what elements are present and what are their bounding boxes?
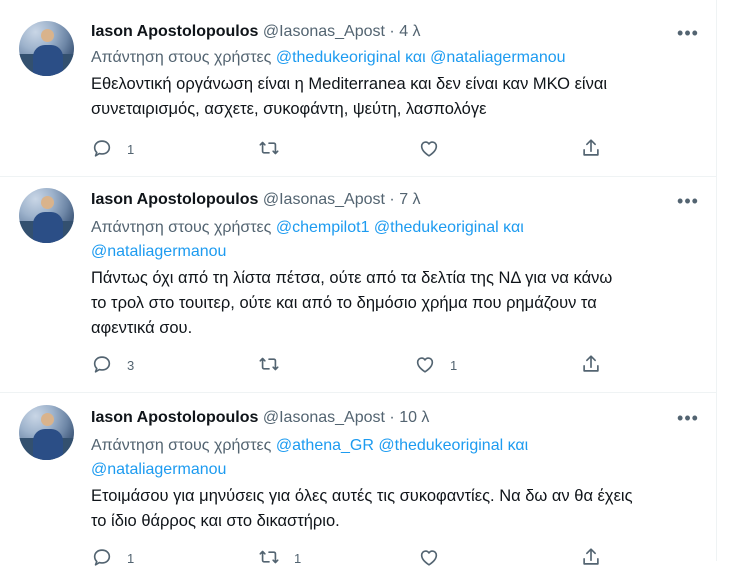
retweet-icon (259, 550, 279, 564)
tweet-text-line: Ετοιμάσου για μηνύσεις για όλες αυτές τι… (91, 487, 633, 505)
tweet-text-line: το ίδιο θάρρος και στο δικαστήριο. (91, 512, 340, 530)
author-name[interactable]: Iason Apostolopoulos (91, 191, 258, 208)
reply-icon (93, 549, 111, 566)
retweet-icon (259, 357, 279, 371)
tweet-header: Iason Apostolopoulos @Iasonas_Apost · 10… (91, 407, 429, 429)
like-button[interactable] (418, 546, 478, 570)
more-icon[interactable]: ••• (676, 409, 700, 431)
reply-button[interactable]: 1 (91, 546, 151, 570)
reply-button[interactable]: 1 (91, 137, 151, 161)
tweet-text-line: το τρολ στο τουιτερ, ούτε και από το δημ… (91, 294, 597, 312)
more-icon[interactable]: ••• (676, 192, 700, 214)
mention-link[interactable]: @athena_GR (276, 437, 374, 454)
share-icon (583, 139, 599, 156)
reply-count: 1 (127, 142, 135, 157)
timestamp[interactable]: 10 λ (399, 409, 429, 426)
tweet-divider (0, 176, 716, 177)
timestamp[interactable]: 7 λ (399, 191, 420, 208)
reply-button[interactable]: 3 (91, 353, 151, 377)
more-icon[interactable]: ••• (676, 24, 700, 46)
reply-context: Απάντηση στους χρήστες @thedukeoriginal … (91, 46, 701, 70)
author-name[interactable]: Iason Apostolopoulos (91, 409, 258, 426)
timeline-right-border (716, 0, 717, 561)
share-button[interactable] (580, 137, 604, 161)
retweet-count: 1 (294, 551, 302, 566)
share-icon (583, 548, 599, 565)
tweet-text-line: συνεταιρισμός, ασχετε, συκοφάντη, ψεύτη,… (91, 100, 487, 118)
tweet-text-line: αφεντικά σου. (91, 319, 193, 337)
separator-dot: · (389, 191, 395, 208)
like-button[interactable] (418, 137, 478, 161)
mention-link[interactable]: @nataliagermanou (91, 243, 226, 260)
tweet-text-line: Εθελοντική οργάνωση είναι η Mediterranea… (91, 75, 608, 93)
tweet-header: Iason Apostolopoulos @Iasonas_Apost · 4 … (91, 21, 421, 43)
like-icon (420, 141, 438, 157)
reply-count: 1 (127, 551, 135, 566)
reply-prefix: Απάντηση στους χρήστες (91, 437, 272, 454)
separator-dot: · (389, 23, 395, 40)
tweet-header: Iason Apostolopoulos @Iasonas_Apost · 7 … (91, 189, 421, 211)
like-button[interactable]: 1 (414, 353, 474, 377)
tweet-text-line: Πάντως όχι από τη λίστα πέτσα, ούτε από … (91, 269, 613, 287)
tweet-text: Ετοιμάσου για μηνύσεις για όλες αυτές τι… (91, 484, 706, 534)
retweet-icon (259, 141, 279, 155)
reply-icon (93, 356, 111, 373)
share-icon (583, 355, 599, 372)
author-name[interactable]: Iason Apostolopoulos (91, 23, 258, 40)
tweet-text: Εθελοντική οργάνωση είναι η Mediterranea… (91, 72, 706, 122)
like-icon (416, 357, 434, 373)
reply-prefix: Απάντηση στους χρήστες (91, 219, 272, 236)
reply-prefix: Απάντηση στους χρήστες (91, 49, 272, 66)
tweet-text: Πάντως όχι από τη λίστα πέτσα, ούτε από … (91, 266, 706, 341)
reply-count: 3 (127, 358, 135, 373)
mention-link[interactable]: @nataliagermanou (430, 49, 565, 66)
retweet-button[interactable]: 1 (258, 546, 318, 570)
mention-conjunction: και (405, 49, 426, 66)
retweet-button[interactable] (258, 353, 318, 377)
share-button[interactable] (580, 353, 604, 377)
mention-link[interactable]: @nataliagermanou (91, 461, 226, 478)
author-handle[interactable]: @Iasonas_Apost (263, 409, 385, 426)
mention-link[interactable]: @thedukeoriginal (378, 437, 503, 454)
avatar[interactable] (19, 405, 74, 460)
mention-link[interactable]: @chempilot1 (276, 219, 370, 236)
mention-link[interactable]: @thedukeoriginal (276, 49, 401, 66)
like-icon (420, 550, 438, 566)
reply-context: Απάντηση στους χρήστες @chempilot1 @thed… (91, 216, 701, 264)
mention-conjunction: και (503, 219, 524, 236)
avatar[interactable] (19, 21, 74, 76)
share-button[interactable] (580, 546, 604, 570)
retweet-button[interactable] (258, 137, 318, 161)
author-handle[interactable]: @Iasonas_Apost (263, 23, 385, 40)
separator-dot: · (389, 409, 395, 426)
like-count: 1 (450, 358, 458, 373)
avatar[interactable] (19, 188, 74, 243)
timestamp[interactable]: 4 λ (399, 23, 420, 40)
tweet-divider (0, 392, 716, 393)
author-handle[interactable]: @Iasonas_Apost (263, 191, 385, 208)
reply-context: Απάντηση στους χρήστες @athena_GR @thedu… (91, 434, 701, 482)
mention-conjunction: και (507, 437, 529, 454)
reply-icon (93, 140, 111, 157)
mention-link[interactable]: @thedukeoriginal (374, 219, 499, 236)
